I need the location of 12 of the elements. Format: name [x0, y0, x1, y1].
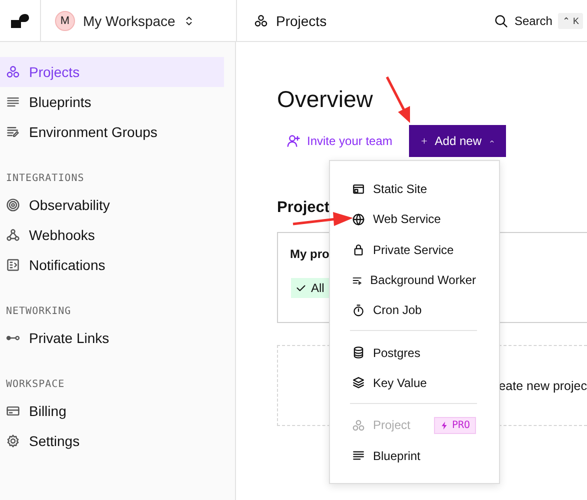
- pro-badge: PRO: [434, 416, 476, 434]
- status-tag: All: [291, 278, 330, 298]
- shortcut-key: ⌃ K: [558, 12, 583, 28]
- section-title: WORKSPACE: [5, 378, 66, 392]
- section-title: NETWORKING: [5, 305, 72, 319]
- avatar: M: [55, 10, 75, 30]
- page-heading: Overview: [277, 85, 373, 113]
- project-name: My pro: [290, 247, 330, 261]
- page-title: Projects: [276, 12, 327, 28]
- create-project-text: eate new projec: [498, 378, 587, 392]
- section-heading: Project: [277, 198, 330, 218]
- section-title: INTEGRATIONS: [5, 172, 86, 186]
